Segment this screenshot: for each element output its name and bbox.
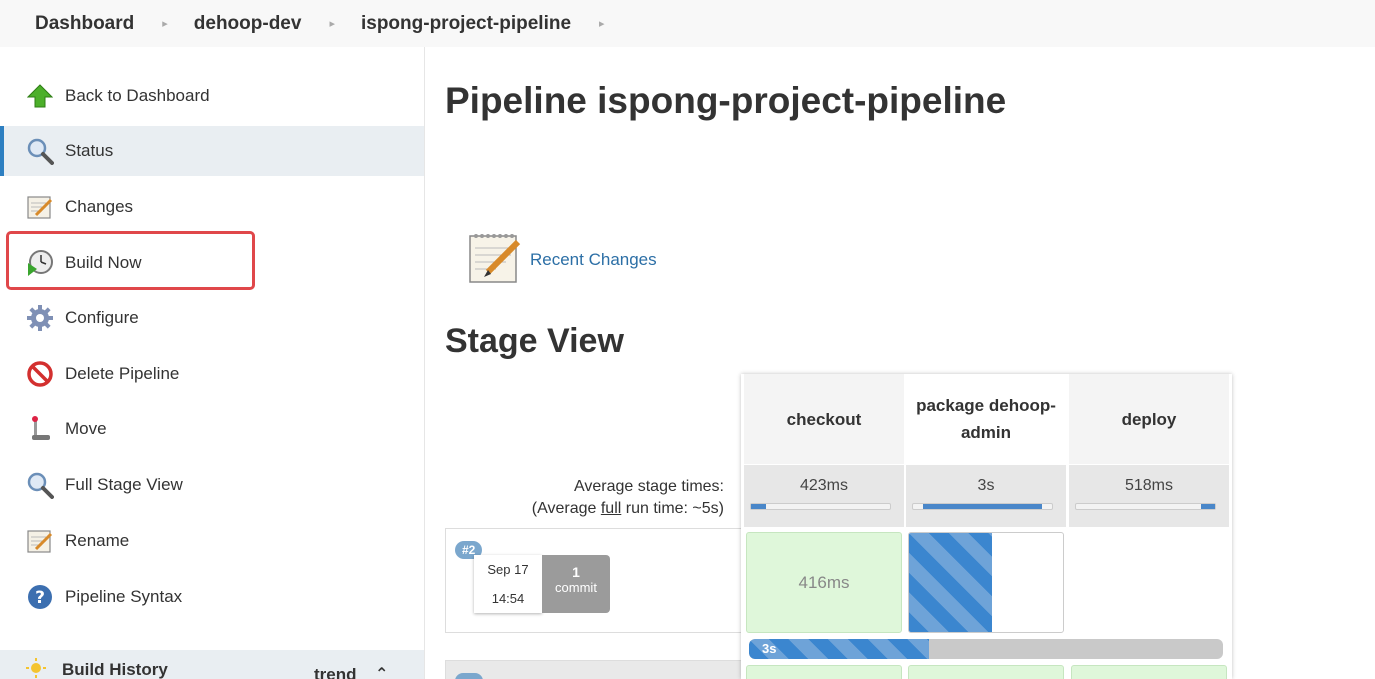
help-icon: ? [25, 583, 54, 612]
average-run-suffix: run time: ~5s) [621, 500, 724, 517]
stage-header-package: package dehoop-admin [906, 374, 1066, 464]
avg-time-fill [923, 504, 1042, 509]
sidebar-item-back-to-dashboard[interactable]: Back to Dashboard [0, 71, 424, 121]
avg-time-value: 518ms [1124, 477, 1174, 494]
build-row-previous[interactable] [445, 660, 742, 679]
sidebar-item-rename[interactable]: Rename [0, 516, 424, 566]
avg-time-track [912, 503, 1053, 510]
build-date: Sep 17 14:54 [474, 555, 542, 613]
sidebar-item-label: Configure [65, 308, 139, 327]
notepad-icon [25, 193, 54, 222]
breadcrumb-dehoop-dev[interactable]: dehoop-dev [194, 13, 302, 35]
sidebar-item-label: Pipeline Syntax [65, 587, 183, 606]
run-progress-label: 3s [762, 641, 777, 656]
avg-time-value: 423ms [799, 477, 849, 494]
stage-cell-prev-package[interactable] [908, 665, 1064, 679]
up-arrow-icon [25, 82, 54, 111]
page-title: Pipeline ispong-project-pipeline [445, 80, 1007, 121]
sun-icon [25, 657, 51, 679]
breadcrumb-separator-icon[interactable]: ▸ [329, 17, 335, 30]
stage-header-checkout: checkout [744, 374, 904, 464]
trend-link[interactable]: trend [314, 665, 357, 679]
avg-time-fill [751, 504, 767, 509]
breadcrumb-separator-icon[interactable]: ▸ [599, 17, 605, 30]
sidebar-item-label: Move [65, 419, 107, 438]
sidebar-item-label: Changes [65, 197, 134, 216]
sidebar-item-full-stage-view[interactable]: Full Stage View [0, 460, 424, 510]
sidebar-item-label: Full Stage View [65, 475, 183, 494]
breadcrumb-dashboard[interactable]: Dashboard [35, 13, 134, 35]
build-row[interactable]: #2 Sep 17 14:54 1 commit [445, 528, 742, 633]
gear-icon [25, 304, 54, 333]
build-now-highlight-box [6, 231, 255, 290]
build-date-day: Sep 17 [487, 562, 529, 577]
sidebar-item-status[interactable]: Status [0, 126, 424, 176]
avg-time-track [750, 503, 891, 510]
recent-changes[interactable]: Recent Changes [466, 228, 657, 291]
commit-label: commit [555, 580, 597, 595]
average-stage-times-label: Average stage times: (Average full run t… [532, 476, 724, 520]
stage-cell-prev-deploy[interactable] [1071, 665, 1227, 679]
breadcrumb-separator-icon[interactable]: ▸ [162, 17, 168, 30]
move-icon [25, 415, 54, 444]
stage-cell-prev-checkout[interactable] [746, 665, 902, 679]
sidebar-item-delete-pipeline[interactable]: Delete Pipeline [0, 349, 424, 399]
average-run-prefix: (Average [531, 500, 601, 517]
sidebar-item-pipeline-syntax[interactable]: ? Pipeline Syntax [0, 572, 424, 622]
stage-view-table: checkout package dehoop-admin deploy 423… [741, 374, 1232, 679]
sidebar: Back to Dashboard Status Changes Build N… [0, 47, 425, 679]
sidebar-item-move[interactable]: Move [0, 404, 424, 454]
stage-header-deploy: deploy [1069, 374, 1229, 464]
breadcrumb-pipeline[interactable]: ispong-project-pipeline [361, 13, 571, 35]
run-progress-bar: 3s [749, 639, 1223, 659]
average-stage-times-text: Average stage times: [573, 478, 724, 495]
build-history-header[interactable]: Build History trend ⌃ [0, 650, 424, 679]
avg-time-deploy: 518ms [1069, 465, 1229, 527]
commit-count-box[interactable]: 1 commit [542, 555, 610, 613]
progress-stripes [909, 533, 992, 632]
sidebar-item-label: Rename [65, 531, 130, 550]
avg-time-track [1075, 503, 1216, 510]
sidebar-item-configure[interactable]: Configure [0, 293, 424, 343]
stage-duration: 416ms [798, 572, 850, 592]
recent-changes-link[interactable]: Recent Changes [530, 250, 657, 270]
svg-text:?: ? [35, 588, 45, 608]
commit-count: 1 [572, 564, 580, 580]
stage-view-title: Stage View [445, 322, 624, 360]
stage-cell-package-in-progress[interactable] [908, 532, 1064, 633]
build-number-badge[interactable] [455, 673, 483, 679]
stage-cell-checkout-success[interactable]: 416ms [746, 532, 902, 633]
full-run-link[interactable]: full [601, 500, 621, 517]
notepad-icon [25, 527, 54, 556]
avg-time-fill [1201, 504, 1215, 509]
sidebar-item-changes[interactable]: Changes [0, 182, 424, 232]
notepad-icon [466, 228, 522, 291]
no-entry-icon [25, 360, 54, 389]
sidebar-item-label: Back to Dashboard [65, 86, 210, 105]
sidebar-item-label: Status [65, 141, 114, 160]
breadcrumb: Dashboard ▸ dehoop-dev ▸ ispong-project-… [0, 0, 1375, 47]
magnifier-icon [25, 137, 54, 166]
avg-time-value: 3s [977, 477, 995, 494]
chevron-up-icon[interactable]: ⌃ [375, 664, 388, 679]
magnifier-icon [25, 471, 54, 500]
avg-time-checkout: 423ms [744, 465, 904, 527]
avg-time-package: 3s [906, 465, 1066, 527]
average-run-time: (Average full run time: ~5s) [532, 498, 724, 520]
sidebar-item-label: Delete Pipeline [65, 364, 180, 383]
build-history-label: Build History [62, 660, 168, 679]
build-date-time: 14:54 [491, 591, 525, 606]
